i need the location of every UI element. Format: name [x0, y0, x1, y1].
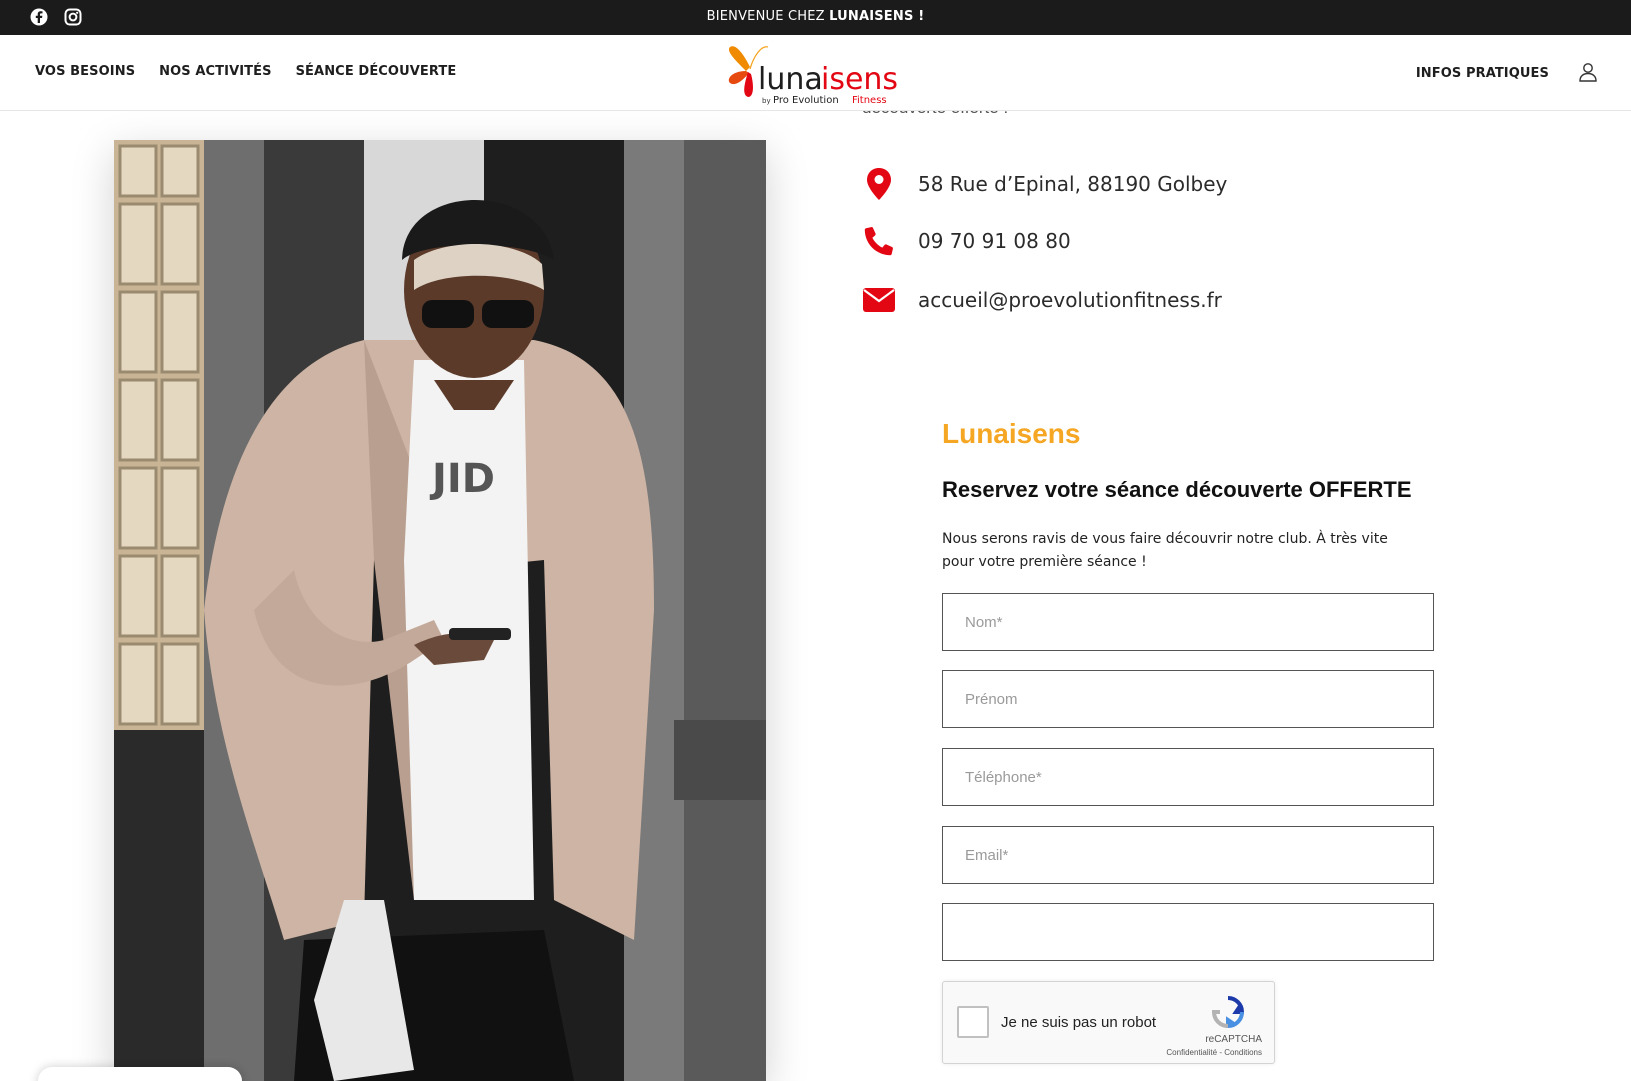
logo-wordmark-b: isens: [821, 62, 898, 97]
form-description: Nous serons ravis de vous faire découvri…: [942, 531, 1388, 570]
extra-input[interactable]: [965, 923, 1411, 941]
email-input[interactable]: [965, 846, 1411, 864]
contact-address: 58 Rue d’Epinal, 88190 Golbey: [918, 172, 1228, 196]
telephone-field[interactable]: [942, 748, 1434, 806]
form-title: Reservez votre séance découverte OFFERTE: [942, 477, 1412, 502]
prenom-input[interactable]: [965, 690, 1411, 708]
prenom-field[interactable]: [942, 670, 1434, 728]
shirt-print: JID: [429, 456, 495, 502]
top-announcement-bar: BIENVENUE CHEZ LUNAISENS !: [0, 0, 1631, 35]
form-brand-title: Lunaisens: [942, 418, 1081, 449]
nom-field[interactable]: [942, 593, 1434, 651]
contact-phone-row: 09 70 91 08 80: [862, 224, 1071, 258]
logo-wordmark-a: luna: [758, 62, 823, 97]
envelope-icon: [862, 283, 896, 317]
map-pin-icon: [862, 167, 896, 201]
nav-nos-activites[interactable]: NOS ACTIVITÉS: [159, 64, 271, 79]
recaptcha-brand: reCAPTCHA: [1205, 1034, 1262, 1045]
contact-email-row: accueil@proevolutionfitness.fr: [862, 283, 1222, 317]
user-account-icon[interactable]: [1577, 61, 1599, 83]
telephone-input[interactable]: [965, 768, 1411, 786]
recaptcha-links[interactable]: Confidentialité - Conditions: [1166, 1048, 1262, 1057]
welcome-text: BIENVENUE CHEZ LUNAISENS !: [706, 9, 925, 24]
extra-field[interactable]: [942, 903, 1434, 961]
secondary-nav: INFOS PRATIQUES: [1416, 64, 1549, 82]
hero-photo: JID: [114, 140, 766, 1081]
nom-input[interactable]: [965, 613, 1411, 631]
recaptcha-checkbox[interactable]: [957, 1006, 989, 1038]
recaptcha-widget: Je ne suis pas un robot reCAPTCHA Confid…: [942, 981, 1275, 1064]
recaptcha-label: Je ne suis pas un robot: [1001, 1014, 1157, 1031]
contact-email[interactable]: accueil@proevolutionfitness.fr: [918, 288, 1222, 312]
logo-tagline-by: by: [762, 97, 771, 105]
site-header: VOS BESOINS NOS ACTIVITÉS SÉANCE DÉCOUVE…: [0, 35, 1631, 111]
logo-tagline-a: Pro Evolution: [773, 95, 839, 106]
contact-phone[interactable]: 09 70 91 08 80: [918, 229, 1071, 253]
email-field[interactable]: [942, 826, 1434, 884]
logo-tagline-b: Fitness: [852, 95, 887, 106]
recaptcha-logo-icon: [1210, 994, 1246, 1030]
nav-vos-besoins[interactable]: VOS BESOINS: [35, 64, 135, 79]
nav-seance-decouverte[interactable]: SÉANCE DÉCOUVERTE: [296, 64, 457, 79]
main-nav: VOS BESOINS NOS ACTIVITÉS SÉANCE DÉCOUVE…: [35, 64, 456, 79]
contact-address-row: 58 Rue d’Epinal, 88190 Golbey: [862, 167, 1227, 201]
site-logo[interactable]: luna isens by Pro Evolution Fitness: [724, 41, 904, 107]
chat-widget[interactable]: [38, 1067, 242, 1081]
nav-infos-pratiques[interactable]: INFOS PRATIQUES: [1416, 66, 1549, 81]
phone-icon: [862, 224, 896, 258]
